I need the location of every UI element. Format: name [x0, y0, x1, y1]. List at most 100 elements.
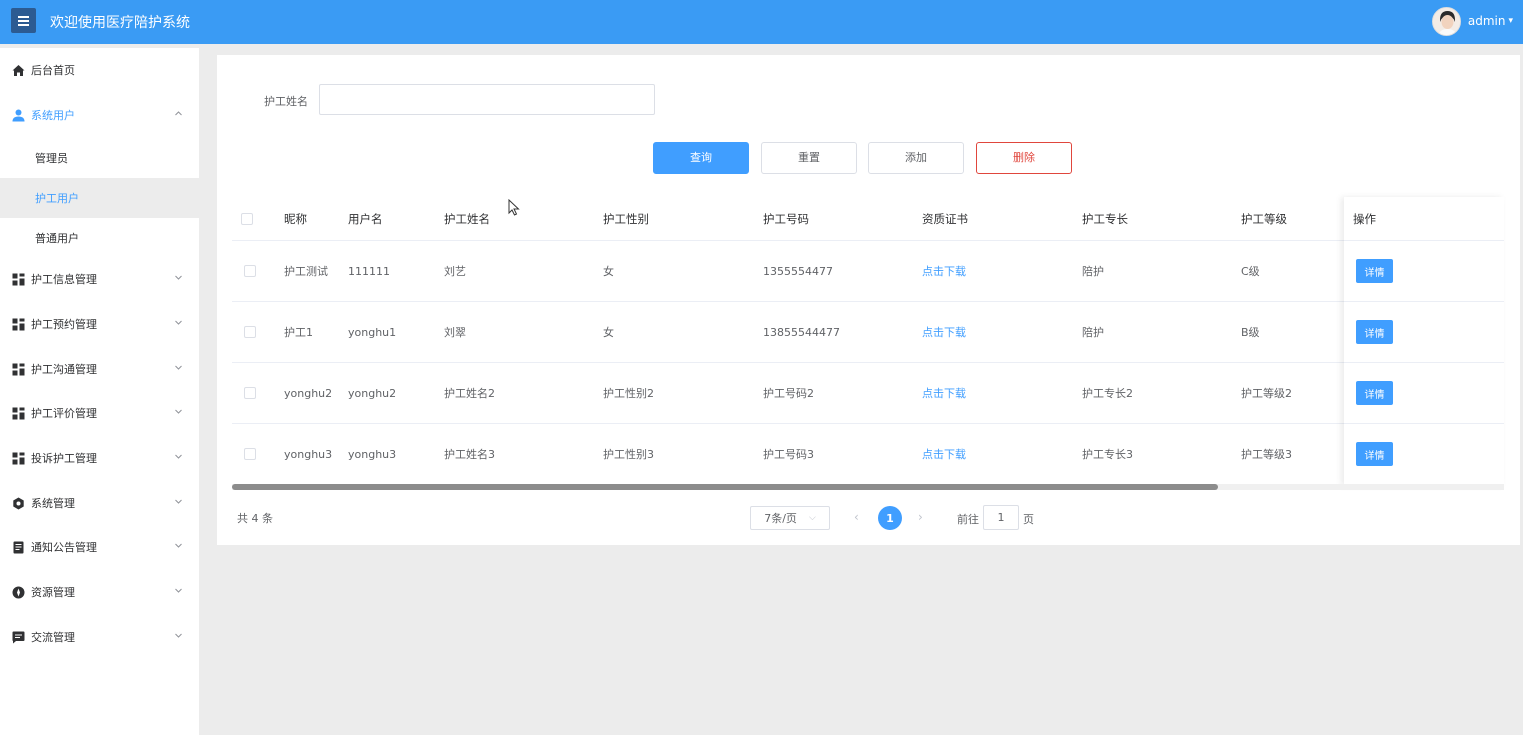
table-row: yonghu2 yonghu2 护工姓名2 护工性别2 护工号码2 点击下载 护…	[232, 363, 1504, 424]
page-size-value: 7条/页	[764, 512, 797, 525]
cell-gender: 护工性别3	[603, 448, 654, 461]
column-header: 操作	[1353, 211, 1376, 226]
sidebar-item-system-settings[interactable]: 系统管理	[0, 482, 199, 526]
cell-username: yonghu3	[348, 447, 397, 461]
document-icon	[13, 541, 24, 554]
chevron-down-icon	[175, 499, 182, 504]
select-all-checkbox[interactable]	[241, 212, 253, 225]
certificate-download-link[interactable]: 点击下载	[922, 324, 966, 340]
sidebar-item-label: 管理员	[35, 152, 68, 165]
sidebar-item-resources[interactable]: 资源管理	[0, 571, 199, 615]
column-header: 昵称	[284, 211, 307, 226]
horizontal-scrollbar[interactable]	[232, 484, 1504, 490]
cell-name: 刘艺	[444, 265, 466, 278]
sidebar-item-label: 系统管理	[31, 497, 75, 510]
cell-username: yonghu1	[348, 325, 397, 339]
grid-icon	[12, 273, 25, 286]
row-checkbox[interactable]	[244, 265, 256, 277]
prev-page-button[interactable]: ‹	[854, 510, 859, 524]
sidebar-item-label: 护工用户	[35, 192, 79, 205]
next-page-button[interactable]: ›	[918, 510, 923, 524]
fixed-actions-column: 操作 详情 详情 详情 详情	[1344, 197, 1504, 486]
add-button[interactable]: 添加	[868, 142, 964, 174]
sidebar-item-normal-users[interactable]: 普通用户	[0, 218, 199, 258]
sidebar-item-label: 投诉护工管理	[31, 452, 97, 465]
sidebar-item-admin[interactable]: 管理员	[0, 138, 199, 178]
reset-button[interactable]: 重置	[761, 142, 857, 174]
sidebar-item-home[interactable]: 后台首页	[0, 49, 199, 93]
user-name: admin	[1467, 14, 1506, 28]
total-count: 共 4 条	[237, 512, 273, 525]
top-header: 欢迎使用医疗陪护系统 admin ▾	[0, 0, 1523, 44]
goto-page-input[interactable]	[983, 505, 1019, 530]
goto-label: 前往	[957, 513, 979, 526]
sidebar-item-nurse-booking[interactable]: 护工预约管理	[0, 303, 199, 347]
cell-level: 护工等级2	[1241, 387, 1292, 400]
query-button[interactable]: 查询	[653, 142, 749, 174]
cell-specialty: 护工专长3	[1082, 448, 1133, 461]
app-title: 欢迎使用医疗陪护系统	[50, 15, 190, 31]
column-header: 护工等级	[1241, 211, 1287, 226]
settings-icon	[13, 497, 24, 510]
grid-icon	[12, 363, 25, 376]
sidebar-item-label: 护工评价管理	[31, 407, 97, 420]
cell-phone: 13855544477	[763, 325, 840, 339]
cell-nickname: 护工测试	[284, 265, 328, 278]
row-checkbox[interactable]	[244, 448, 256, 460]
row-checkbox[interactable]	[244, 387, 256, 399]
avatar	[1431, 6, 1461, 36]
sidebar-item-label: 护工预约管理	[31, 318, 97, 331]
message-icon	[12, 631, 25, 644]
page-number-current[interactable]: 1	[878, 506, 902, 530]
delete-button[interactable]: 删除	[976, 142, 1072, 174]
cell-username: yonghu2	[348, 386, 397, 400]
chevron-down-icon	[175, 543, 182, 548]
sidebar-item-label: 系统用户	[31, 109, 75, 122]
sidebar-item-system-users[interactable]: 系统用户	[0, 94, 199, 138]
cell-specialty: 陪护	[1082, 326, 1104, 339]
sidebar-item-nurse-users[interactable]: 护工用户	[0, 178, 199, 218]
sidebar-item-nurse-review[interactable]: 护工评价管理	[0, 392, 199, 436]
sidebar-item-label: 交流管理	[31, 631, 75, 644]
detail-button[interactable]: 详情	[1356, 442, 1393, 466]
nurse-name-search-input[interactable]	[319, 84, 655, 115]
cell-gender: 护工性别2	[603, 387, 654, 400]
column-header: 资质证书	[922, 211, 968, 226]
user-menu[interactable]: admin ▾	[1431, 6, 1513, 36]
chevron-down-icon	[175, 365, 182, 370]
detail-button[interactable]: 详情	[1356, 320, 1393, 344]
hamburger-icon	[18, 15, 29, 26]
certificate-download-link[interactable]: 点击下载	[922, 385, 966, 401]
sidebar-item-label: 后台首页	[31, 64, 75, 77]
chevron-down-icon	[175, 633, 182, 638]
detail-button[interactable]: 详情	[1356, 381, 1393, 405]
chevron-down-icon: ▾	[1508, 16, 1513, 26]
certificate-download-link[interactable]: 点击下载	[922, 263, 966, 279]
sidebar-item-label: 通知公告管理	[31, 541, 97, 554]
sidebar-item-nurse-info[interactable]: 护工信息管理	[0, 258, 199, 302]
sidebar-item-label: 护工信息管理	[31, 273, 97, 286]
chevron-down-icon	[175, 588, 182, 593]
search-label: 护工姓名	[264, 95, 308, 108]
certificate-download-link[interactable]: 点击下载	[922, 446, 966, 462]
detail-button[interactable]: 详情	[1356, 259, 1393, 283]
column-header: 用户名	[348, 211, 383, 226]
menu-toggle-button[interactable]	[11, 8, 36, 33]
row-checkbox[interactable]	[244, 326, 256, 338]
home-icon	[12, 65, 25, 76]
chevron-down-icon	[175, 275, 182, 280]
cell-specialty: 护工专长2	[1082, 387, 1133, 400]
sidebar-item-complaints[interactable]: 投诉护工管理	[0, 437, 199, 481]
page-size-select[interactable]: 7条/页 ⌵	[750, 506, 830, 530]
sidebar-item-nurse-communication[interactable]: 护工沟通管理	[0, 348, 199, 392]
grid-icon	[12, 452, 25, 465]
cell-level: B级	[1241, 326, 1260, 339]
sidebar-item-communication[interactable]: 交流管理	[0, 616, 199, 660]
cell-gender: 女	[603, 326, 614, 339]
sidebar-item-notices[interactable]: 通知公告管理	[0, 526, 199, 570]
scrollbar-thumb[interactable]	[232, 484, 1218, 490]
sidebar-item-label: 护工沟通管理	[31, 363, 97, 376]
chevron-down-icon	[175, 454, 182, 459]
chevron-down-icon	[175, 409, 182, 414]
grid-icon	[12, 318, 25, 331]
